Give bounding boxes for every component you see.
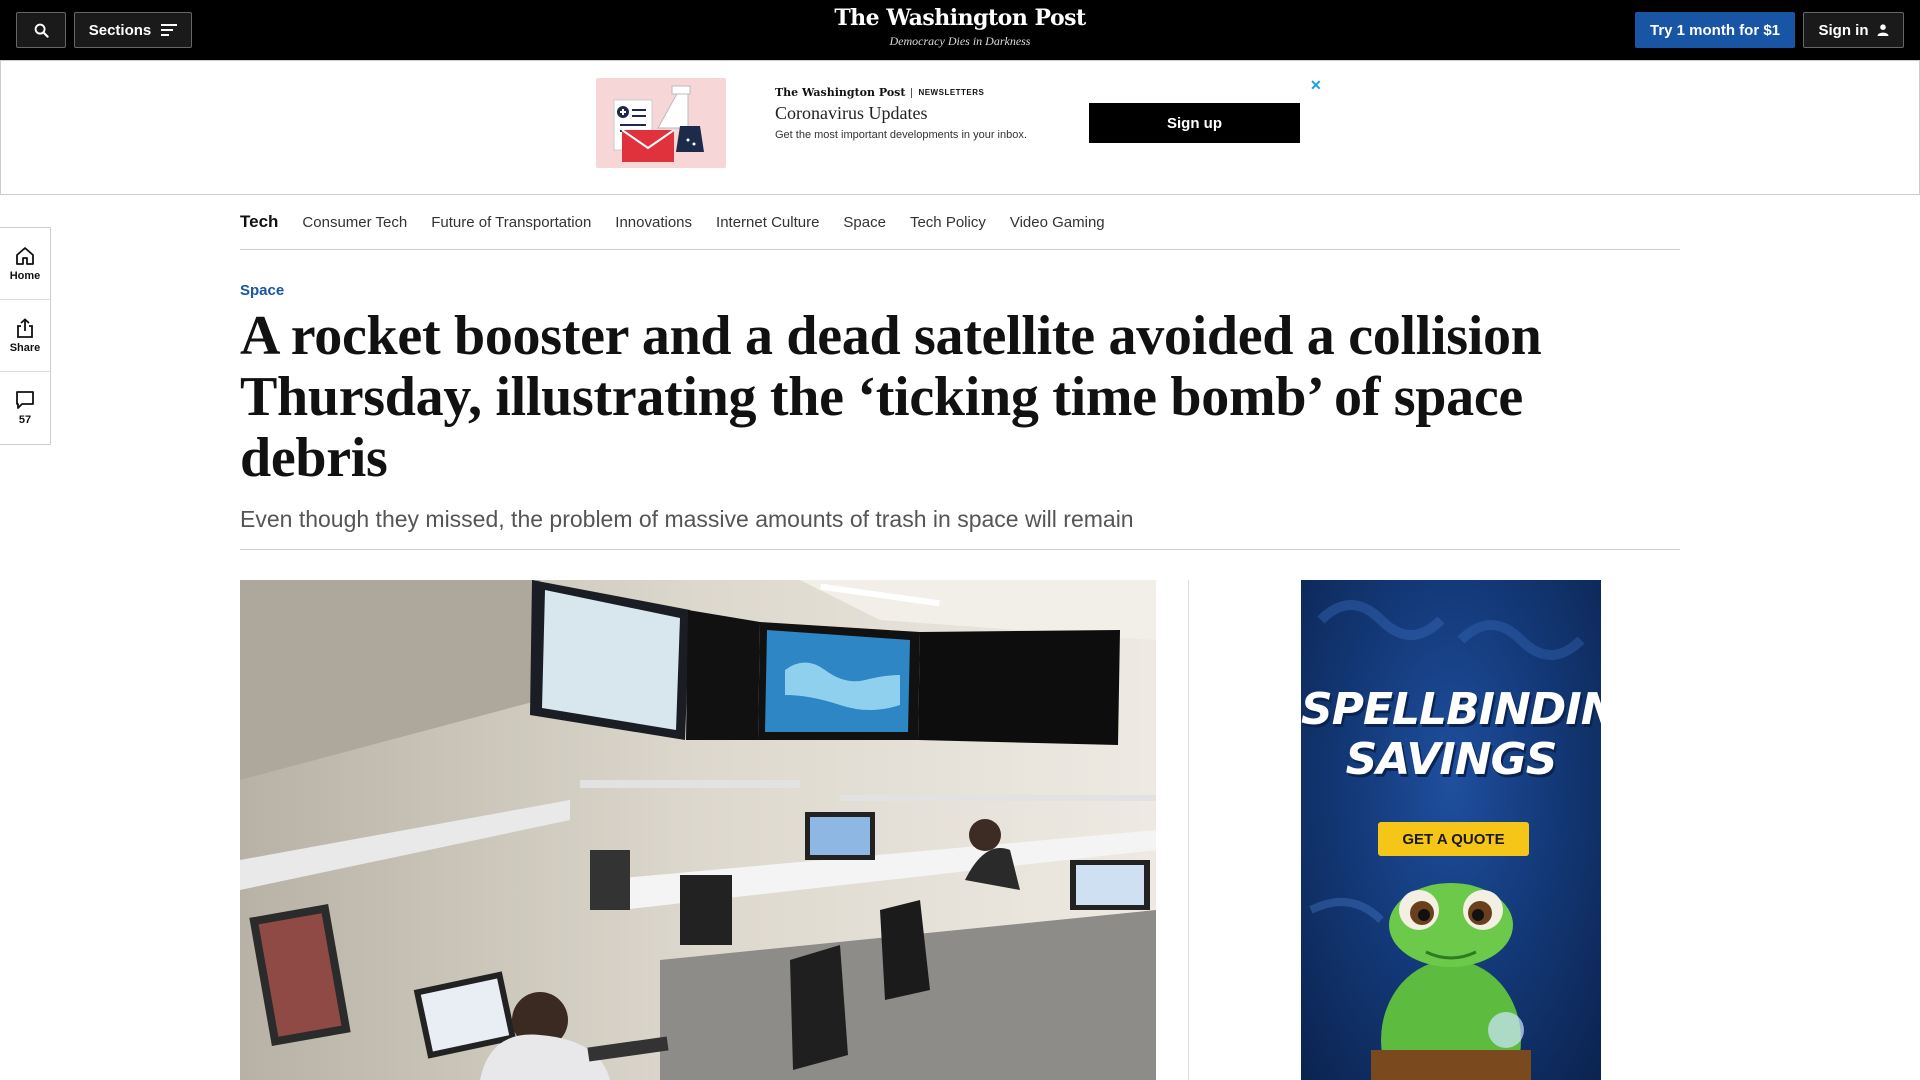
tagline: Democracy Dies in Darkness [889, 34, 1031, 48]
article-headline: A rocket booster and a dead satellite av… [240, 305, 1542, 489]
column-divider [1188, 580, 1189, 1080]
signup-label: Sign up [1167, 114, 1222, 132]
section-nav: Tech Consumer Tech Future of Transportat… [240, 195, 1680, 250]
nav-item-innovations[interactable]: Innovations [615, 214, 692, 231]
masthead[interactable]: The Washington Post Democracy Dies in Da… [760, 5, 1160, 49]
article-subheadline: Even though they missed, the problem of … [240, 506, 1680, 550]
newsletter-ad-banner: The Washington Post NEWSLETTERS Coronavi… [0, 60, 1920, 195]
nav-item-consumer-tech[interactable]: Consumer Tech [302, 214, 407, 231]
article-kicker[interactable]: Space [240, 282, 284, 299]
newsletter-brand: The Washington Post [775, 86, 906, 99]
sidebar-advertisement[interactable]: SPELLBINDING SAVINGS GET A QUOTE [1301, 580, 1601, 1080]
home-label: Home [9, 269, 41, 282]
newsletter-title: Coronavirus Updates [775, 103, 928, 123]
comment-icon [16, 391, 34, 409]
divider [911, 87, 913, 98]
nav-item-internet-culture[interactable]: Internet Culture [716, 214, 819, 231]
subscribe-button[interactable]: Try 1 month for $1 [1635, 12, 1795, 48]
search-icon [34, 23, 49, 38]
sections-label: Sections [88, 21, 152, 39]
share-icon [17, 317, 33, 338]
subscribe-label: Try 1 month for $1 [1649, 21, 1781, 39]
nav-item-video-gaming[interactable]: Video Gaming [1010, 214, 1105, 231]
menu-icon [161, 24, 178, 36]
newsletter-label: NEWSLETTERS [918, 88, 985, 97]
newsletter-signup-button[interactable]: Sign up [1089, 103, 1300, 143]
comments-count: 57 [18, 414, 32, 426]
nav-item-space[interactable]: Space [843, 214, 886, 231]
share-label: Share [9, 341, 41, 354]
comments-button[interactable]: 57 [0, 372, 50, 444]
newsletter-copy: The Washington Post NEWSLETTERS Coronavi… [775, 86, 1075, 141]
newsletter-description: Get the most important developments in y… [775, 129, 1027, 141]
section-title[interactable]: Tech [240, 212, 278, 232]
search-button[interactable] [16, 12, 66, 48]
nav-item-tech-policy[interactable]: Tech Policy [910, 214, 986, 231]
get-quote-label: GET A QUOTE [1402, 830, 1505, 848]
sign-in-button[interactable]: Sign in [1803, 12, 1904, 48]
nav-item-future-of-transportation[interactable]: Future of Transportation [431, 214, 591, 231]
close-ad-icon[interactable]: ✕ [1310, 77, 1322, 94]
top-bar: Sections The Washington Post Democracy D… [0, 0, 1920, 60]
ad-headline-line2: SAVINGS [1345, 734, 1558, 785]
share-button[interactable]: Share [0, 300, 50, 372]
ad-headline-line1: SPELLBINDING [1301, 684, 1601, 735]
share-rail: Home Share 57 [0, 227, 51, 445]
ad-headline: SPELLBINDING SAVINGS [1301, 685, 1601, 785]
get-quote-button[interactable]: GET A QUOTE [1378, 822, 1529, 856]
home-icon [16, 246, 34, 265]
logo[interactable]: The Washington Post [760, 5, 1160, 31]
user-icon [1877, 24, 1888, 36]
newsletter-illustration [596, 78, 726, 168]
sign-in-label: Sign in [1818, 21, 1869, 39]
home-button[interactable]: Home [0, 228, 50, 300]
lead-photo [240, 580, 1156, 1080]
sections-button[interactable]: Sections [74, 12, 192, 48]
